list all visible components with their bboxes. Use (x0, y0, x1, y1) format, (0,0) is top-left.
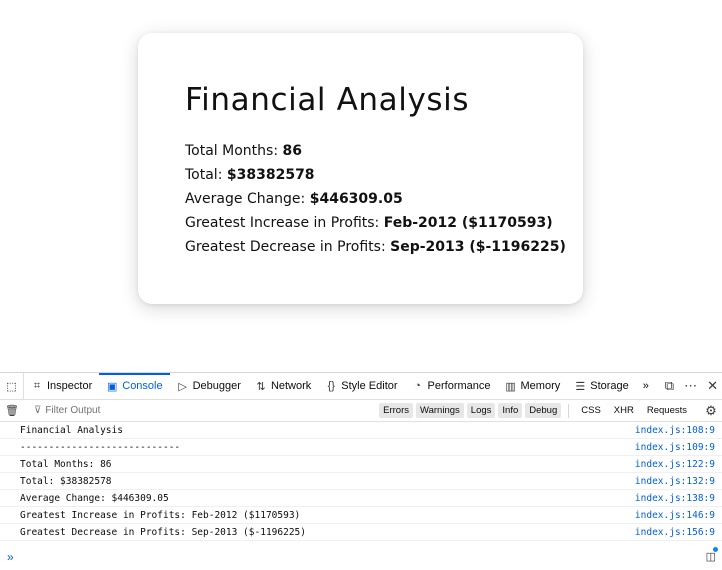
gear-icon[interactable]: ⚙ (700, 403, 722, 419)
log-source-link[interactable]: index.js:132:9 (635, 476, 715, 487)
toolbar-actions: ⧉ ⋯ ✕ (665, 373, 718, 399)
tab-label: Inspector (47, 380, 93, 392)
filter-errors-button[interactable]: Errors (379, 403, 413, 418)
stat-label: Greatest Increase in Profits: (185, 215, 384, 231)
tab-inspector[interactable]: ⌗ Inspector (24, 373, 99, 399)
log-message: Total Months: 86 (20, 458, 112, 470)
prompt-chevron-icon: » (7, 549, 14, 564)
tab-memory[interactable]: ▥ Memory (498, 373, 568, 399)
stat-value: $446309.05 (309, 191, 403, 207)
tab-label: Style Editor (341, 380, 398, 392)
stat-value: $38382578 (226, 167, 315, 183)
tab-label: Network (270, 380, 312, 392)
style-editor-icon: {} (327, 380, 335, 392)
stat-total: Total: $38382578 (185, 163, 583, 187)
log-source-link[interactable]: index.js:138:9 (635, 493, 715, 504)
console-filter-bar: 🗑 ⊽ Filter Output Errors Warnings Logs I… (0, 400, 722, 422)
stat-total-months: Total Months: 86 (185, 139, 583, 163)
close-icon[interactable]: ✕ (707, 378, 718, 394)
log-message: Average Change: $446309.05 (20, 492, 169, 504)
stat-value: Sep-2013 ($-1196225) (390, 239, 566, 255)
filter-icon: ⊽ (34, 405, 42, 416)
list-item: Total Months: 86 index.js:122:9 (0, 456, 722, 473)
tab-debugger[interactable]: ▷ Debugger (170, 373, 248, 399)
filter-css-button[interactable]: CSS (576, 405, 606, 416)
devtools-toolbar: ⬚ ⌗ Inspector ▣ Console ▷ Debugger ⇅ Network… (0, 373, 722, 400)
stat-greatest-increase: Greatest Increase in Profits: Feb-2012 (… (185, 211, 583, 235)
stat-greatest-decrease: Greatest Decrease in Profits: Sep-2013 (… (185, 235, 583, 259)
tab-label: Debugger (192, 380, 241, 392)
filter-warnings-button[interactable]: Warnings (416, 403, 464, 418)
more-tools-chevron-icon[interactable]: » (636, 373, 656, 399)
log-message: Greatest Decrease in Profits: Sep-2013 (… (20, 526, 306, 538)
log-message: Financial Analysis (20, 424, 123, 436)
tab-storage[interactable]: ☰ Storage (567, 373, 636, 399)
tab-console[interactable]: ▣ Console (99, 373, 170, 399)
stats-list: Total Months: 86 Total: $38382578 Averag… (185, 139, 583, 259)
split-console-icon[interactable]: ◫ (706, 547, 719, 563)
filter-input[interactable]: ⊽ Filter Output (24, 405, 379, 416)
tab-performance[interactable]: ◔ Performance (405, 373, 498, 399)
trash-icon[interactable]: 🗑 (0, 404, 24, 417)
stat-value: Feb-2012 ($1170593) (383, 215, 553, 231)
storage-icon: ☰ (575, 380, 586, 393)
performance-icon: ◔ (414, 380, 421, 392)
dock-side-icon[interactable]: ⧉ (665, 378, 674, 394)
tab-label: Performance (427, 380, 491, 392)
tab-label: Memory (520, 380, 561, 392)
debugger-icon: ▷ (178, 380, 187, 393)
list-item: Greatest Decrease in Profits: Sep-2013 (… (0, 524, 722, 541)
tab-label: Storage (590, 380, 629, 392)
log-level-filters: Errors Warnings Logs Info Debug CSS XHR … (379, 403, 692, 418)
inspector-icon: ⌗ (33, 379, 41, 392)
log-source-link[interactable]: index.js:146:9 (635, 510, 715, 521)
devtools-panel: ⬚ ⌗ Inspector ▣ Console ▷ Debugger ⇅ Network… (0, 372, 722, 570)
stat-label: Average Change: (185, 191, 310, 207)
divider (568, 403, 570, 418)
log-source-link[interactable]: index.js:156:9 (635, 527, 715, 538)
log-message: Greatest Increase in Profits: Feb-2012 (… (20, 509, 301, 521)
stat-label: Total: (185, 167, 227, 183)
results-card: Financial Analysis Total Months: 86 Tota… (138, 33, 583, 304)
log-source-link[interactable]: index.js:108:9 (635, 425, 715, 436)
filter-debug-button[interactable]: Debug (525, 403, 562, 418)
list-item: Greatest Increase in Profits: Feb-2012 (… (0, 507, 722, 524)
filter-xhr-button[interactable]: XHR (609, 405, 639, 416)
stat-label: Total Months: (185, 143, 283, 159)
element-picker-icon[interactable]: ⬚ (0, 373, 24, 399)
page-title: Financial Analysis (185, 82, 470, 118)
filter-logs-button[interactable]: Logs (466, 403, 496, 418)
console-icon: ▣ (107, 380, 118, 393)
filter-info-button[interactable]: Info (498, 403, 523, 418)
list-item: Financial Analysis index.js:108:9 (0, 422, 722, 439)
network-icon: ⇅ (256, 380, 266, 393)
more-options-icon[interactable]: ⋯ (684, 378, 697, 394)
tab-style-editor[interactable]: {} Style Editor (318, 373, 404, 399)
page-viewport: Financial Analysis Total Months: 86 Tota… (0, 0, 722, 372)
log-message: ---------------------------- (20, 441, 181, 453)
console-input[interactable]: » ◫ (0, 543, 722, 570)
memory-icon: ▥ (505, 380, 516, 393)
tab-label: Console (122, 380, 163, 392)
stat-label: Greatest Decrease in Profits: (185, 239, 391, 255)
list-item: ---------------------------- index.js:109… (0, 439, 722, 456)
filter-placeholder: Filter Output (45, 405, 101, 416)
tab-network[interactable]: ⇅ Network (248, 373, 318, 399)
log-message: Total: $38382578 (20, 475, 112, 487)
console-output: Financial Analysis index.js:108:9 -------… (0, 422, 722, 541)
filter-requests-button[interactable]: Requests (642, 405, 692, 416)
list-item: Average Change: $446309.05 index.js:138:9 (0, 490, 722, 507)
stat-value: 86 (282, 143, 302, 159)
list-item: Total: $38382578 index.js:132:9 (0, 473, 722, 490)
stat-average-change: Average Change: $446309.05 (185, 187, 583, 211)
log-source-link[interactable]: index.js:109:9 (635, 442, 715, 453)
log-source-link[interactable]: index.js:122:9 (635, 459, 715, 470)
